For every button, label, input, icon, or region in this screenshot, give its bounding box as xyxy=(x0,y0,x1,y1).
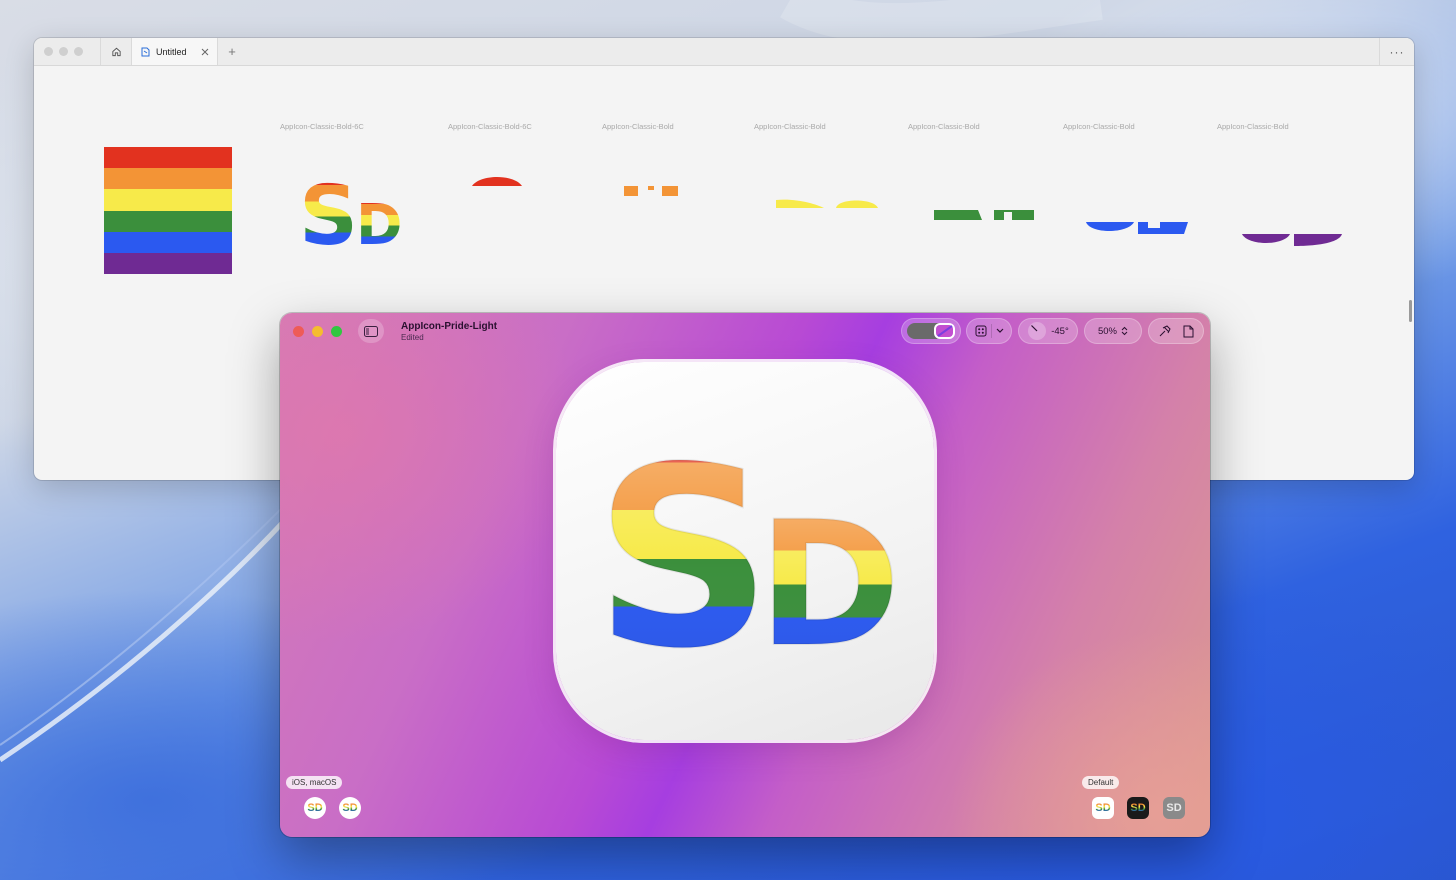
layout-menu-button[interactable] xyxy=(966,318,1012,344)
default-variant-thumbnail[interactable]: SD xyxy=(1092,797,1114,819)
light-angle-control[interactable]: -45° xyxy=(1018,318,1078,344)
document-icon[interactable] xyxy=(1183,325,1194,338)
zoom-select[interactable]: 50% xyxy=(1084,318,1142,344)
layer-label: AppIcon-Classic-Bold-6C xyxy=(280,122,364,131)
hammer-icon[interactable] xyxy=(1158,324,1171,338)
angle-value: -45° xyxy=(1051,325,1069,337)
more-menu-button[interactable]: ··· xyxy=(1379,38,1414,65)
appearance-toggle-icon xyxy=(907,323,955,339)
angle-dial-icon xyxy=(1028,322,1047,340)
close-button[interactable] xyxy=(293,326,304,337)
ios-icon-thumbnail[interactable]: SD xyxy=(304,797,326,819)
sd-glyph: S S D D xyxy=(593,414,902,704)
browser-toolbar: Untitled + ··· xyxy=(34,38,1414,66)
tinted-variant-thumbnail[interactable]: SD xyxy=(1163,797,1185,819)
appearance-toggle[interactable] xyxy=(901,318,961,344)
green-layer-preview[interactable] xyxy=(934,208,1040,222)
scrollbar-indicator[interactable] xyxy=(1409,300,1412,322)
close-dot[interactable] xyxy=(44,47,53,56)
layer-label: AppIcon-Classic-Bold xyxy=(1063,122,1135,131)
platform-tag: iOS, macOS xyxy=(286,776,343,789)
flag-stripe xyxy=(104,189,232,211)
layer-label: AppIcon-Classic-Bold xyxy=(602,122,674,131)
svg-text:S: S xyxy=(594,415,773,703)
zoom-value: 50% xyxy=(1097,325,1117,337)
macos-icon-thumbnail[interactable]: SD xyxy=(339,797,361,819)
sidebar-toggle-button[interactable] xyxy=(358,319,384,343)
red-layer-preview[interactable] xyxy=(470,172,526,188)
svg-text:D: D xyxy=(356,193,402,250)
svg-text:S: S xyxy=(299,170,358,250)
flag-stripe xyxy=(104,210,232,232)
layer-label: AppIcon-Classic-Bold xyxy=(1217,122,1289,131)
tab-untitled[interactable]: Untitled xyxy=(132,38,218,65)
dark-variant-thumbnail[interactable]: SD xyxy=(1127,797,1149,819)
new-tab-button[interactable]: + xyxy=(218,44,246,59)
orange-layer-preview[interactable] xyxy=(624,184,680,198)
flag-stripe xyxy=(104,231,232,253)
home-icon xyxy=(111,47,121,57)
layer-label: AppIcon-Classic-Bold xyxy=(754,122,826,131)
blue-layer-preview[interactable] xyxy=(1084,222,1190,234)
zoom-dot[interactable] xyxy=(74,47,83,56)
thumbnail-glyph: SD xyxy=(1130,802,1146,814)
sidebar-toggle-icon xyxy=(364,325,378,337)
zoom-button[interactable] xyxy=(331,326,342,337)
layer-label: AppIcon-Classic-Bold xyxy=(908,122,980,131)
thumbnail-glyph: SD xyxy=(342,802,358,814)
variant-tag: Default xyxy=(1082,776,1120,789)
document-title: AppIcon-Pride-Light xyxy=(401,321,498,332)
document-tab-icon xyxy=(141,47,150,56)
thumbnail-glyph: SD xyxy=(307,802,323,814)
window-traffic-lights[interactable] xyxy=(34,47,100,56)
document-status: Edited xyxy=(401,333,424,342)
flag-stripe xyxy=(104,252,232,275)
purple-layer-preview[interactable] xyxy=(1240,234,1346,246)
rainbow-flag-layer[interactable] xyxy=(104,147,232,275)
tab-title: Untitled xyxy=(156,46,187,57)
home-button[interactable] xyxy=(100,38,132,65)
layer-label: AppIcon-Classic-Bold-6C xyxy=(448,122,532,131)
thumbnail-glyph: SD xyxy=(1095,802,1111,814)
stepper-chevrons-icon xyxy=(1121,326,1128,336)
minimize-button[interactable] xyxy=(312,326,323,337)
yellow-layer-preview[interactable] xyxy=(776,198,882,210)
flag-stripe xyxy=(104,147,232,169)
icon-composer-window: AppIcon-Pride-Light Edited -45° 50% S S … xyxy=(280,313,1210,837)
flag-stripe xyxy=(104,168,232,190)
svg-text:D: D xyxy=(758,484,901,685)
chevron-down-icon xyxy=(996,328,1003,333)
minimize-dot[interactable] xyxy=(59,47,68,56)
sd-full-layer-preview[interactable]: S D xyxy=(294,170,414,250)
inspector-buttons xyxy=(1148,318,1204,344)
close-tab-icon[interactable] xyxy=(201,48,209,56)
app-traffic-lights[interactable] xyxy=(293,326,342,337)
app-icon-preview[interactable]: S S D D xyxy=(556,362,934,740)
thumbnail-glyph: SD xyxy=(1166,802,1182,814)
grid-icon xyxy=(975,325,986,337)
